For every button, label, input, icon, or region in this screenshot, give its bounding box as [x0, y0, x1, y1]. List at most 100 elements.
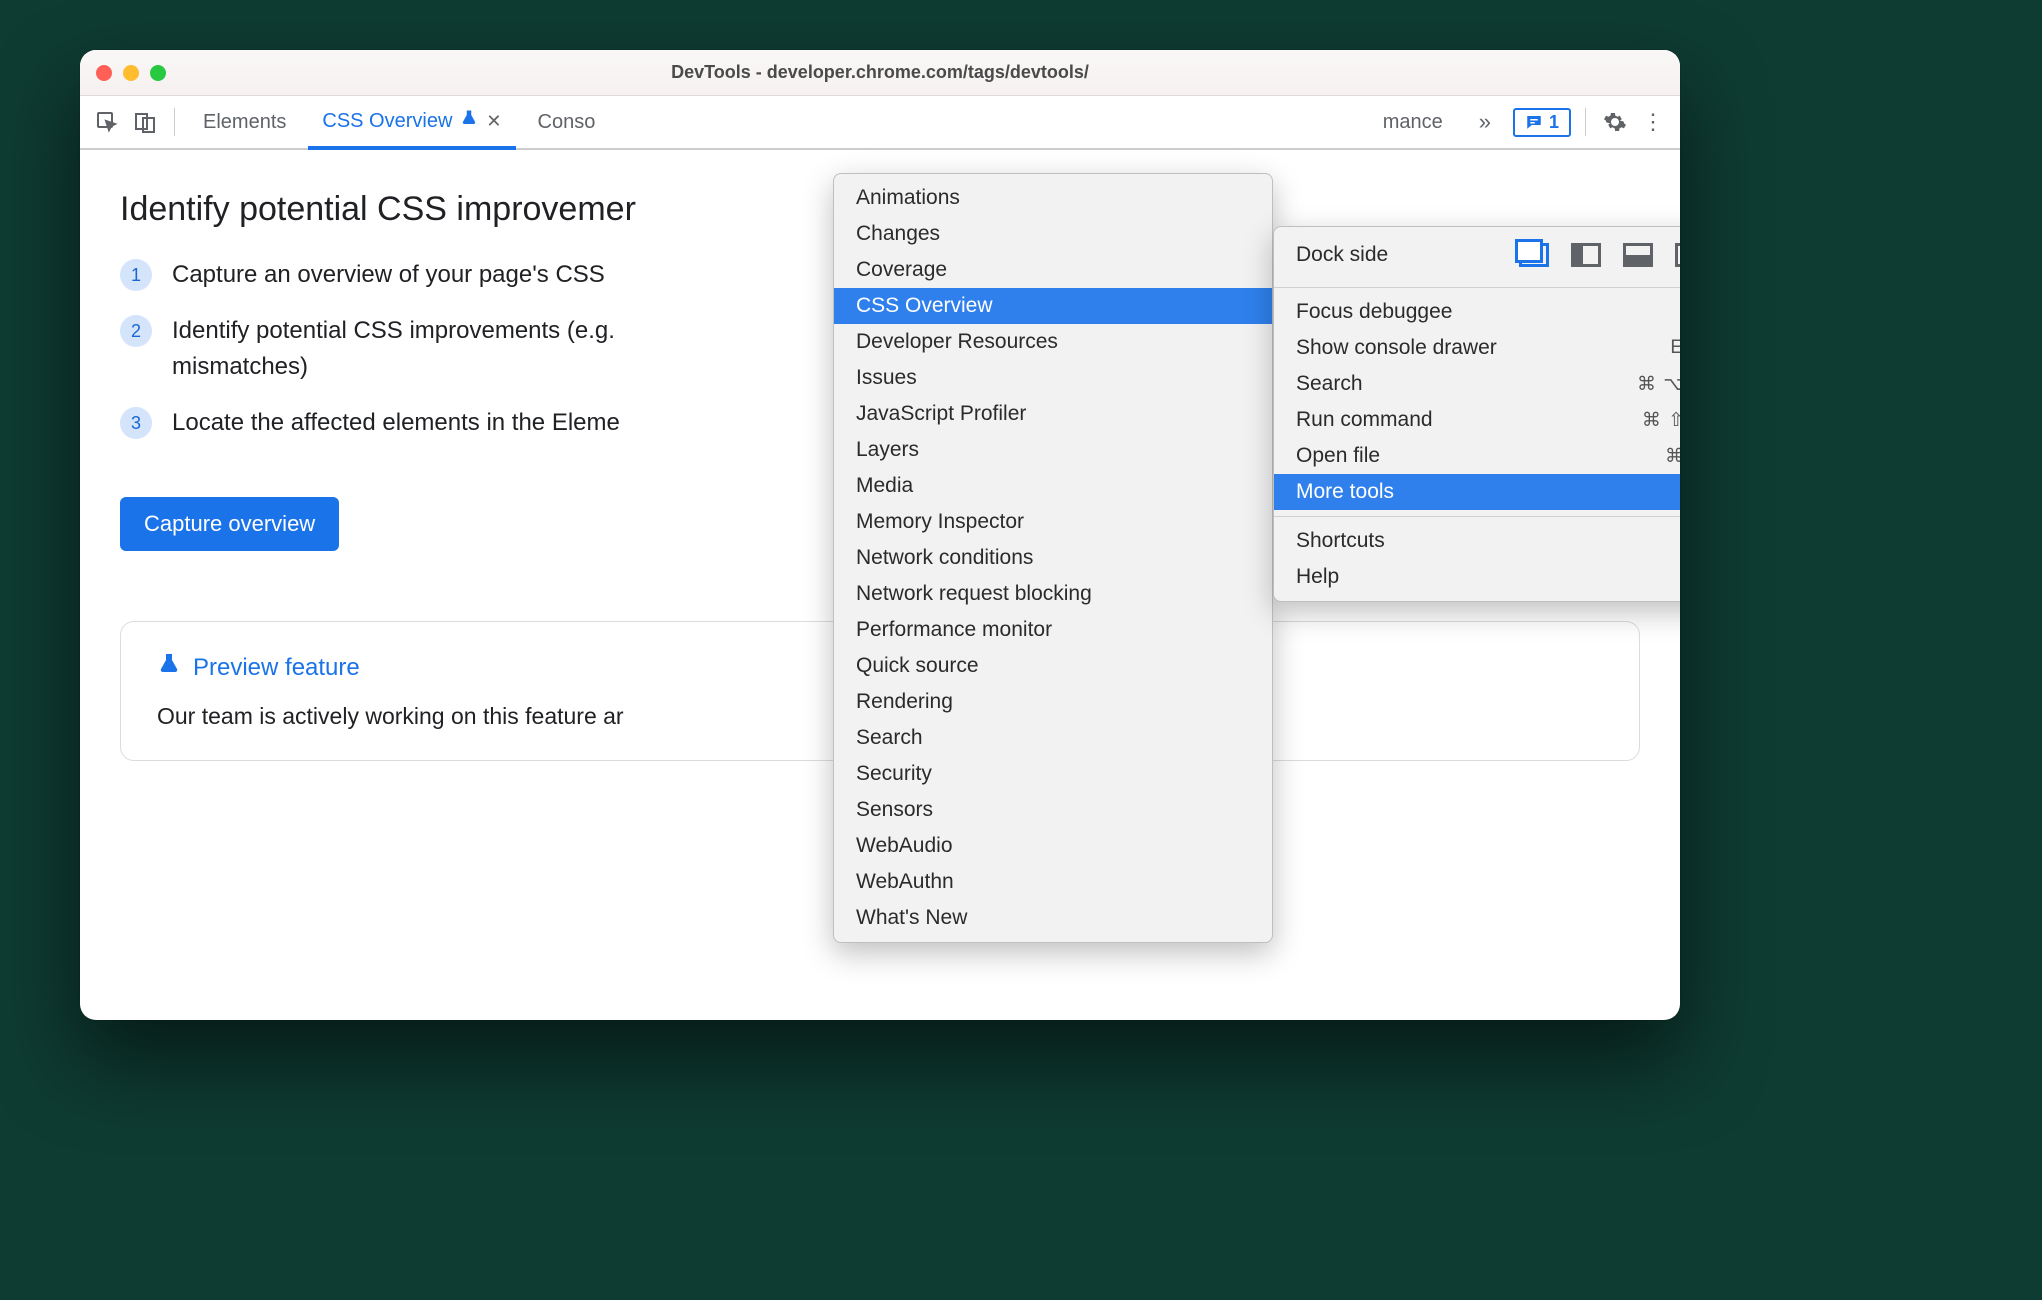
- menu-item[interactable]: Focus debuggee: [1274, 294, 1680, 330]
- submenu-item-label: Media: [856, 474, 913, 498]
- dock-side-label: Dock side: [1296, 243, 1388, 267]
- submenu-item[interactable]: Search: [834, 720, 1272, 756]
- submenu-item[interactable]: Media: [834, 468, 1272, 504]
- submenu-item[interactable]: Network conditions: [834, 540, 1272, 576]
- submenu-item-label: Animations: [856, 186, 960, 210]
- submenu-item[interactable]: What's New: [834, 900, 1272, 936]
- submenu-item-label: WebAuthn: [856, 870, 954, 894]
- submenu-item-label: Memory Inspector: [856, 510, 1024, 534]
- submenu-item[interactable]: Quick source: [834, 648, 1272, 684]
- menu-shortcut: ⌘ ⌥ F: [1637, 373, 1680, 396]
- dock-undock-icon[interactable]: [1519, 243, 1549, 267]
- menu-shortcut: ⌘ ⇧ P: [1642, 409, 1680, 432]
- menu-item[interactable]: Help▶: [1274, 559, 1680, 595]
- tab-performance[interactable]: mance: [1369, 95, 1457, 149]
- submenu-item[interactable]: WebAuthn: [834, 864, 1272, 900]
- submenu-item[interactable]: Animations: [834, 180, 1272, 216]
- menu-item[interactable]: Search⌘ ⌥ F: [1274, 366, 1680, 402]
- submenu-item[interactable]: WebAudio: [834, 828, 1272, 864]
- step-text: Capture an overview of your page's CSS: [172, 257, 605, 293]
- dock-right-icon[interactable]: [1675, 243, 1680, 267]
- step-number: 2: [120, 315, 152, 347]
- dock-left-icon[interactable]: [1571, 243, 1601, 267]
- titlebar: DevTools - developer.chrome.com/tags/dev…: [80, 50, 1680, 96]
- inspect-icon[interactable]: [92, 107, 122, 137]
- menu-separator: [1274, 287, 1680, 288]
- menu-shortcut: ⌘ P: [1665, 445, 1680, 468]
- menu-item[interactable]: More tools▶: [1274, 474, 1680, 510]
- submenu-item[interactable]: Rendering: [834, 684, 1272, 720]
- submenu-item-label: CSS Overview: [856, 294, 993, 318]
- devtools-window: DevTools - developer.chrome.com/tags/dev…: [80, 50, 1680, 1020]
- menu-item[interactable]: Run command ⌘ ⇧ P: [1274, 402, 1680, 438]
- submenu-item-label: Layers: [856, 438, 919, 462]
- submenu-item-label: Coverage: [856, 258, 947, 282]
- submenu-item[interactable]: Layers: [834, 432, 1272, 468]
- submenu-item[interactable]: Developer Resources: [834, 324, 1272, 360]
- submenu-item-label: What's New: [856, 906, 967, 930]
- submenu-item[interactable]: Memory Inspector: [834, 504, 1272, 540]
- tab-label: CSS Overview: [322, 110, 452, 133]
- submenu-item[interactable]: Sensors: [834, 792, 1272, 828]
- submenu-item-label: Quick source: [856, 654, 979, 678]
- submenu-item[interactable]: Network request blocking: [834, 576, 1272, 612]
- close-tab-icon[interactable]: ✕: [486, 111, 501, 132]
- tab-css-overview[interactable]: CSS Overview ✕: [308, 96, 515, 150]
- submenu-item-label: Issues: [856, 366, 917, 390]
- submenu-item[interactable]: CSS Overview: [834, 288, 1272, 324]
- traffic-lights: [96, 65, 166, 81]
- tab-label: Conso: [538, 111, 596, 134]
- menu-shortcut: Esc: [1670, 337, 1680, 359]
- preview-text: Our team is actively working on this fea…: [157, 703, 624, 729]
- close-icon[interactable]: [96, 65, 112, 81]
- window-title: DevTools - developer.chrome.com/tags/dev…: [80, 62, 1680, 83]
- submenu-item-label: Network request blocking: [856, 582, 1092, 606]
- preview-label: Preview feature: [193, 654, 360, 682]
- flask-icon: [157, 652, 181, 683]
- submenu-item-label: Security: [856, 762, 932, 786]
- kebab-icon[interactable]: ⋮: [1638, 107, 1668, 137]
- devtools-toolbar: Elements CSS Overview ✕ Conso mance » 1 …: [80, 96, 1680, 150]
- issues-badge[interactable]: 1: [1513, 108, 1571, 137]
- minimize-icon[interactable]: [123, 65, 139, 81]
- divider: [174, 108, 175, 136]
- more-tools-submenu: Animations Changes Coverage CSS Overview Dev…: [833, 173, 1273, 943]
- submenu-item[interactable]: Changes: [834, 216, 1272, 252]
- submenu-item-label: Rendering: [856, 690, 953, 714]
- dock-side-row: Dock side: [1274, 233, 1680, 281]
- menu-item-label: Open file: [1296, 444, 1380, 468]
- submenu-item-label: Changes: [856, 222, 940, 246]
- more-tabs-icon[interactable]: »: [1465, 109, 1505, 135]
- dock-bottom-icon[interactable]: [1623, 243, 1653, 267]
- tab-console[interactable]: Conso: [524, 95, 610, 149]
- submenu-item-label: Search: [856, 726, 923, 750]
- menu-item-label: Run command: [1296, 408, 1433, 432]
- menu-item-label: Shortcuts: [1296, 529, 1385, 553]
- divider: [1585, 108, 1586, 136]
- dock-options: [1519, 243, 1680, 267]
- device-icon[interactable]: [130, 107, 160, 137]
- menu-item[interactable]: Open file ⌘ P: [1274, 438, 1680, 474]
- menu-item-label: Help: [1296, 565, 1339, 589]
- submenu-item-label: Network conditions: [856, 546, 1033, 570]
- step-text: Locate the affected elements in the Elem…: [172, 405, 620, 441]
- flask-icon: [460, 109, 478, 133]
- submenu-item[interactable]: Security: [834, 756, 1272, 792]
- menu-item[interactable]: Show console drawerEsc: [1274, 330, 1680, 366]
- submenu-item[interactable]: Performance monitor: [834, 612, 1272, 648]
- menu-item[interactable]: Shortcuts: [1274, 523, 1680, 559]
- submenu-item[interactable]: JavaScript Profiler: [834, 396, 1272, 432]
- gear-icon[interactable]: [1600, 107, 1630, 137]
- submenu-item-label: Sensors: [856, 798, 933, 822]
- step-text: Identify potential CSS improvements (e.g…: [172, 313, 732, 385]
- menu-separator: [1274, 516, 1680, 517]
- submenu-item-label: Performance monitor: [856, 618, 1052, 642]
- submenu-item[interactable]: Issues: [834, 360, 1272, 396]
- submenu-item[interactable]: Coverage: [834, 252, 1272, 288]
- tab-label: mance: [1383, 111, 1443, 134]
- tab-elements[interactable]: Elements: [189, 95, 300, 149]
- zoom-icon[interactable]: [150, 65, 166, 81]
- capture-overview-button[interactable]: Capture overview: [120, 497, 339, 551]
- main-menu: Dock side Focus debuggeeShow console dra…: [1273, 226, 1680, 602]
- submenu-item-label: JavaScript Profiler: [856, 402, 1026, 426]
